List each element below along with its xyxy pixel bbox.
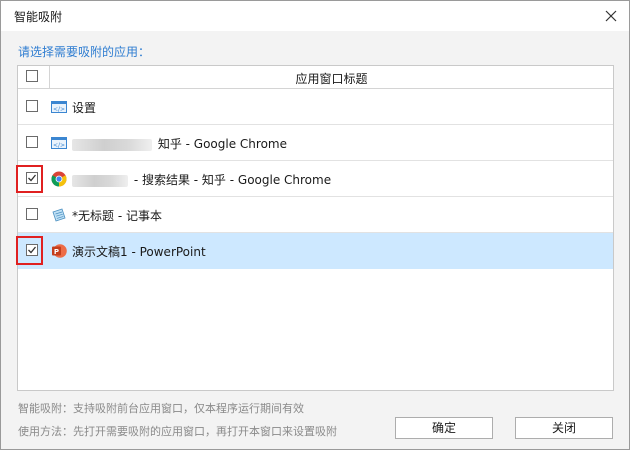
footer-note-description: 智能吸附：支持吸附前台应用窗口，仅本程序运行期间有效 — [18, 402, 304, 415]
row-window-title: - 搜索结果 - 知乎 - Google Chrome — [133, 173, 332, 187]
notepad-icon — [51, 207, 67, 223]
smart-snap-dialog: 智能吸附 请选择需要吸附的应用： 应用窗口标题 </> 设置 </> 知乎 - … — [0, 0, 630, 450]
row-checkbox[interactable] — [26, 100, 38, 112]
title-bar: 智能吸附 — [1, 1, 629, 31]
instruction-text: 请选择需要吸附的应用： — [18, 45, 151, 59]
row-window-title-container: 知乎 - Google Chrome — [72, 135, 287, 152]
chrome-icon — [51, 171, 67, 187]
redacted-text — [72, 138, 152, 151]
row-checkbox[interactable] — [26, 136, 38, 148]
row-window-title-container: - 搜索结果 - 知乎 - Google Chrome — [72, 171, 331, 188]
row-checkbox-checked[interactable] — [26, 172, 38, 184]
settings-app-icon: </> — [51, 99, 67, 115]
row-window-title: *无标题 - 记事本 — [72, 209, 162, 223]
redacted-text — [72, 174, 128, 187]
select-all-checkbox[interactable] — [26, 70, 38, 82]
column-header-window-title: 应用窗口标题 — [295, 72, 368, 86]
table-row[interactable]: - 搜索结果 - 知乎 - Google Chrome — [18, 161, 613, 197]
table-row[interactable]: </> 设置 — [18, 89, 613, 125]
close-button[interactable]: 关闭 — [515, 417, 613, 439]
row-checkbox[interactable] — [26, 208, 38, 220]
table-row[interactable]: </> 知乎 - Google Chrome — [18, 125, 613, 161]
svg-text:</>: </> — [53, 106, 65, 113]
settings-app-icon: </> — [51, 135, 67, 151]
svg-text:</>: </> — [53, 142, 65, 149]
table-row-selected[interactable]: P 演示文稿1 - PowerPoint — [18, 233, 613, 269]
footer-note-usage: 使用方法：先打开需要吸附的应用窗口，再打开本窗口来设置吸附 — [18, 425, 337, 438]
powerpoint-icon: P — [51, 243, 67, 259]
table-row[interactable]: *无标题 - 记事本 — [18, 197, 613, 233]
row-window-title: 演示文稿1 - PowerPoint — [72, 245, 206, 259]
window-title: 智能吸附 — [14, 10, 63, 24]
row-window-title: 知乎 - Google Chrome — [157, 137, 287, 151]
row-window-title: 设置 — [72, 101, 97, 115]
app-window-table: 应用窗口标题 </> 设置 </> 知乎 - Google Chrome - 搜… — [17, 65, 614, 391]
svg-text:P: P — [54, 248, 59, 256]
table-header: 应用窗口标题 — [18, 66, 613, 89]
row-checkbox-checked[interactable] — [26, 244, 38, 256]
ok-button[interactable]: 确定 — [395, 417, 493, 439]
close-icon[interactable] — [601, 6, 621, 26]
